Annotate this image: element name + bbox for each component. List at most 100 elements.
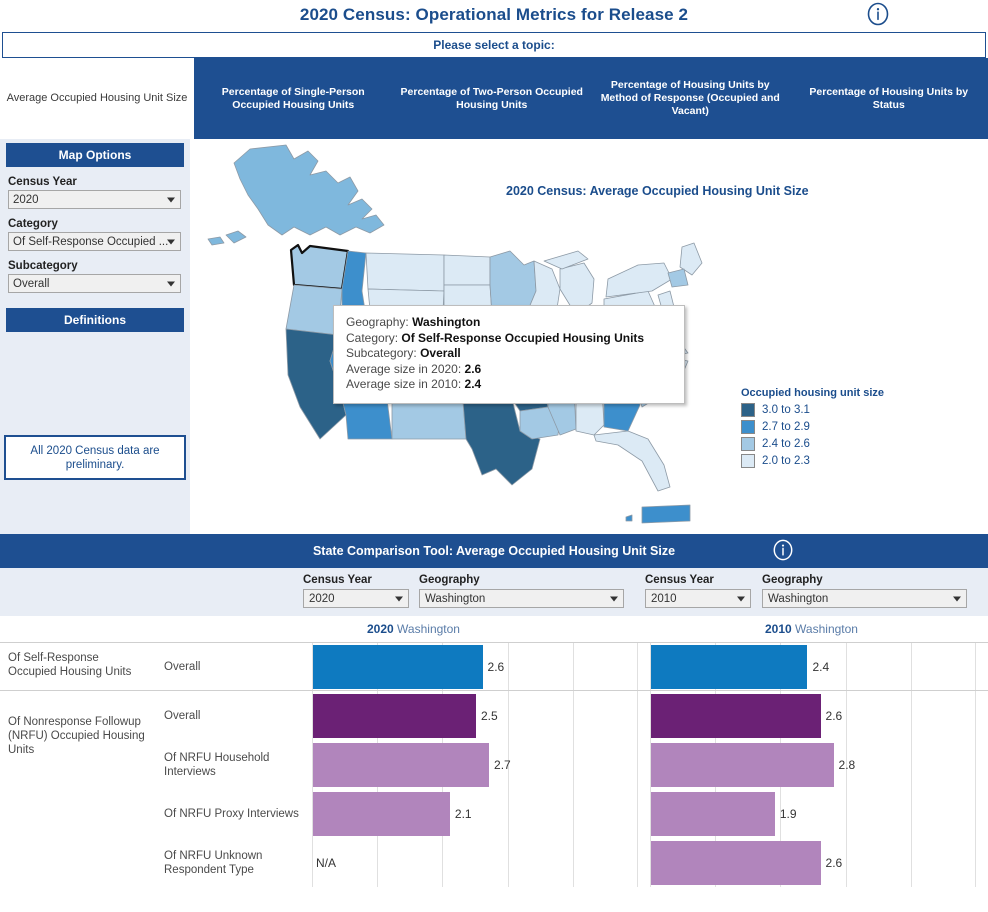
legend-swatch-icon (741, 420, 755, 434)
gridline (637, 643, 638, 690)
gridline (975, 838, 976, 887)
census-year-select[interactable]: 2020 (8, 190, 181, 209)
right-geography-value: Washington (768, 592, 829, 605)
chevron-down-icon (167, 281, 175, 286)
map-section: Map Options Census Year 2020 Category Of… (0, 139, 988, 534)
gridline (377, 838, 379, 887)
preliminary-data-text: All 2020 Census data are preliminary. (30, 444, 160, 471)
comparison-chart-table: Of Self-Response Occupied Housing Units … (0, 642, 988, 887)
bar[interactable] (313, 693, 476, 738)
tooltip-geography-value: Washington (412, 315, 481, 329)
legend-label: 2.7 to 2.9 (762, 421, 810, 433)
gridline (507, 789, 509, 838)
topic-select-bar: Please select a topic: (2, 32, 986, 58)
bar[interactable] (313, 791, 450, 836)
table-subrow: Overall 2.5 2.6 (152, 691, 988, 740)
tooltip-geography-key: Geography: (346, 315, 409, 329)
row-category-label: Of Nonresponse Followup (NRFU) Occupied … (8, 716, 145, 756)
tab-percentage-by-status[interactable]: Percentage of Housing Units by Status (789, 58, 988, 139)
gridline (910, 789, 912, 838)
right-geography-select[interactable]: Washington (762, 589, 967, 608)
gridline (442, 838, 444, 887)
state-comparison-header: State Comparison Tool: Average Occupied … (0, 534, 988, 568)
tab-label: Percentage of Two-Person Occupied Housin… (400, 85, 583, 111)
right-census-year-select[interactable]: 2010 (645, 589, 751, 608)
gridline (572, 740, 574, 789)
bar[interactable] (651, 644, 808, 689)
state-washington (289, 243, 350, 291)
right-geography-control: Geography Washington (762, 574, 967, 608)
right-geography-label: Geography (762, 574, 823, 586)
comparison-controls: Census Year 2020 Geography Washington Ce… (0, 568, 988, 616)
state-puerto-rico (641, 504, 691, 524)
legend-item: 3.0 to 3.1 (741, 403, 884, 417)
right-census-year-label: Census Year (645, 574, 714, 586)
bar[interactable] (651, 840, 821, 885)
info-icon[interactable] (866, 2, 890, 26)
tab-label: Percentage of Single-Person Occupied Hou… (221, 85, 365, 111)
gridline (312, 838, 313, 887)
tab-percentage-two-person[interactable]: Percentage of Two-Person Occupied Housin… (392, 58, 591, 139)
left-census-year-select[interactable]: 2020 (303, 589, 409, 608)
left-geography-value: Washington (425, 592, 486, 605)
bar[interactable] (313, 644, 483, 689)
tab-percentage-method-of-response[interactable]: Percentage of Housing Units by Method of… (591, 58, 790, 139)
bar[interactable] (651, 791, 775, 836)
tooltip-subcategory-value: Overall (420, 346, 461, 360)
legend-item: 2.4 to 2.6 (741, 437, 884, 451)
tooltip-subcategory-line: Subcategory: Overall (346, 346, 674, 362)
right-chart-header-geo: Washington (795, 622, 858, 636)
gridline (572, 789, 574, 838)
left-geography-label: Geography (419, 574, 480, 586)
bar-value-label: 2.6 (825, 708, 843, 723)
left-chart-header-year: 2020 (367, 622, 394, 636)
topic-tabs: Average Occupied Housing Unit Size Perce… (0, 58, 988, 139)
gridline (975, 643, 976, 690)
table-subrow: Of NRFU Proxy Interviews 2.1 1.9 (152, 789, 988, 838)
gridline (845, 691, 847, 740)
bar-value-label: 2.4 (812, 659, 830, 674)
gridline (572, 643, 574, 690)
tab-average-occupied-housing-unit-size[interactable]: Average Occupied Housing Unit Size (0, 58, 194, 139)
row-subcategory-label: Overall (164, 660, 201, 673)
left-geography-select[interactable]: Washington (419, 589, 624, 608)
map-options-title: Map Options (58, 148, 132, 162)
state-comparison-title: State Comparison Tool: Average Occupied … (312, 544, 676, 558)
chevron-down-icon (610, 596, 618, 601)
tooltip-subcategory-key: Subcategory: (346, 346, 417, 360)
bar[interactable] (313, 742, 490, 787)
tab-label: Percentage of Housing Units by Status (809, 85, 969, 111)
gridline (637, 789, 638, 838)
alaska-aleutians (207, 230, 247, 246)
subcategory-select[interactable]: Overall (8, 274, 181, 293)
right-plot-cell: 2.6 (650, 838, 976, 887)
right-census-year-value: 2010 (651, 592, 677, 605)
left-census-year-value: 2020 (309, 592, 335, 605)
gridline (975, 691, 976, 740)
category-select[interactable]: Of Self-Response Occupied ... (8, 232, 181, 251)
left-geography-control: Geography Washington (419, 574, 624, 608)
tooltip-size-2020-line: Average size in 2020: 2.6 (346, 362, 674, 378)
tooltip-geography-line: Geography: Washington (346, 315, 674, 331)
gridline (845, 838, 847, 887)
definitions-button[interactable]: Definitions (6, 308, 184, 332)
bar[interactable] (651, 742, 834, 787)
right-plot-cell: 1.9 (650, 789, 976, 838)
info-icon[interactable] (772, 539, 794, 561)
chevron-down-icon (953, 596, 961, 601)
gridline (910, 643, 912, 690)
table-subrow: Of NRFU Unknown Respondent Type N/A 2.6 (152, 838, 988, 887)
state-new-england (667, 268, 689, 288)
tab-percentage-single-person[interactable]: Percentage of Single-Person Occupied Hou… (194, 58, 393, 139)
right-plot-cell: 2.6 (650, 691, 976, 740)
bar[interactable] (651, 693, 821, 738)
preliminary-data-note: All 2020 Census data are preliminary. (4, 435, 186, 480)
gridline (910, 740, 912, 789)
table-subrow: Of NRFU Household Interviews 2.7 2.8 (152, 740, 988, 789)
left-census-year-label: Census Year (303, 574, 372, 586)
right-chart-header: 2010 Washington (765, 622, 858, 636)
choropleth-map[interactable]: 2020 Census: Average Occupied Housing Un… (190, 139, 988, 534)
right-chart-header-year: 2010 (765, 622, 792, 636)
chart-column-headers: 2020 Washington 2010 Washington (0, 616, 988, 642)
map-options-header: Map Options (6, 143, 184, 167)
